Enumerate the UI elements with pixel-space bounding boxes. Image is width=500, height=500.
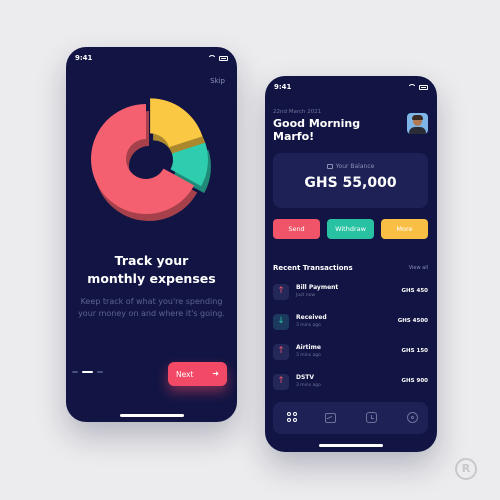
transaction-time: 3 mins ago <box>296 323 321 328</box>
view-all-link[interactable]: View all <box>409 265 428 271</box>
status-time: 9:41 <box>75 54 93 62</box>
transaction-amount: GHS 900 <box>401 378 428 384</box>
arrow-right-icon: ➜ <box>212 369 219 378</box>
balance-amount: GHS 55,000 <box>304 175 397 191</box>
list-item[interactable]: ↑ DSTV 3 mins ago GHS 900 <box>273 372 428 392</box>
wifi-icon <box>208 55 216 61</box>
wallet-home-screen: 9:41 22nd March 2021 Good Morning Marfo!… <box>265 76 437 452</box>
arrow-up-icon: ↑ <box>273 344 289 360</box>
arrow-up-icon: ↑ <box>273 374 289 390</box>
wifi-icon <box>408 84 416 90</box>
transaction-amount: GHS 4500 <box>397 318 428 324</box>
list-item[interactable]: ↑ Bill Payment Just now GHS 450 <box>273 282 428 302</box>
wallet-icon <box>326 164 333 169</box>
send-button[interactable]: Send <box>273 219 320 239</box>
status-bar: 9:41 <box>66 54 237 66</box>
next-button-label: Next <box>176 370 194 379</box>
transaction-time: 3 mins ago <box>296 383 321 388</box>
onboarding-description: Keep track of what you're spending your … <box>78 297 225 318</box>
balance-card: Your Balance GHS 55,000 <box>273 153 428 208</box>
quick-actions: Send Withdraw More <box>273 219 428 239</box>
avatar[interactable] <box>407 113 428 134</box>
transaction-time: Just now <box>296 293 316 298</box>
settings-icon[interactable] <box>407 412 418 423</box>
transaction-name: Received <box>296 314 327 321</box>
expense-donut-chart <box>90 98 211 221</box>
battery-icon <box>219 55 228 61</box>
greeting-line-1: Good Morning <box>273 117 361 130</box>
transaction-time: 3 mins ago <box>296 353 321 358</box>
list-item[interactable]: ↓ Received 3 mins ago GHS 4500 <box>273 312 428 332</box>
transaction-name: Bill Payment <box>296 284 339 291</box>
withdraw-button[interactable]: Withdraw <box>327 219 374 239</box>
list-item[interactable]: ↑ Airtime 3 mins ago GHS 150 <box>273 342 428 362</box>
brand-logo: R <box>455 458 477 480</box>
current-date: 22nd March 2021 <box>273 109 322 115</box>
more-button[interactable]: More <box>381 219 428 239</box>
page-dot-active[interactable] <box>82 371 93 373</box>
status-time: 9:41 <box>274 83 292 91</box>
clock-icon[interactable] <box>366 412 377 423</box>
greeting: Good Morning Marfo! <box>273 117 361 143</box>
page-indicator <box>72 371 103 373</box>
transaction-amount: GHS 450 <box>401 288 428 294</box>
balance-label: Your Balance <box>335 163 375 170</box>
arrow-up-icon: ↑ <box>273 284 289 300</box>
transaction-name: DSTV <box>296 374 315 381</box>
onboarding-title: Track your monthly expenses <box>87 253 216 286</box>
page-dot[interactable] <box>72 371 78 373</box>
greeting-line-2: Marfo! <box>273 129 315 143</box>
grid-icon[interactable] <box>287 412 299 424</box>
battery-icon <box>419 84 428 90</box>
skip-link[interactable]: Skip <box>210 77 225 85</box>
home-indicator <box>119 414 184 417</box>
home-indicator <box>319 444 383 447</box>
transaction-amount: GHS 150 <box>401 348 428 354</box>
bottom-navigation <box>273 402 428 434</box>
page-dot[interactable] <box>97 371 103 373</box>
balance-label-row: Your Balance <box>273 163 428 170</box>
arrow-down-icon: ↓ <box>273 314 289 330</box>
transaction-name: Airtime <box>296 344 321 351</box>
chart-icon[interactable] <box>325 413 336 423</box>
onboarding-screen: 9:41 Skip Track your monthly expenses Ke… <box>66 47 237 422</box>
recent-transactions-title: Recent Transactions <box>273 264 353 272</box>
next-button[interactable]: Next ➜ <box>168 362 227 386</box>
status-bar: 9:41 <box>265 83 437 95</box>
